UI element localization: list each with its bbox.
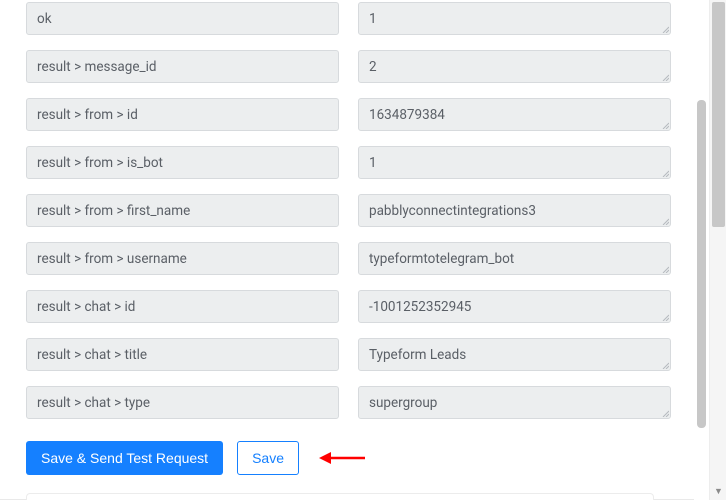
response-row: result > from > id 1634879384 bbox=[26, 98, 671, 131]
response-key-cell[interactable]: result > message_id bbox=[26, 50, 339, 83]
response-value-text: supergroup bbox=[369, 395, 437, 411]
response-row: result > from > username typeformtoteleg… bbox=[26, 242, 671, 275]
response-row: result > chat > type supergroup bbox=[26, 386, 671, 419]
response-key-text: result > chat > type bbox=[37, 395, 150, 411]
response-value-cell[interactable]: Typeform Leads bbox=[358, 338, 671, 371]
response-key-text: result > chat > id bbox=[37, 299, 135, 315]
outer-scrollbar[interactable]: ▼ bbox=[709, 0, 726, 500]
response-key-text: ok bbox=[37, 11, 52, 27]
response-value-cell[interactable]: supergroup bbox=[358, 386, 671, 419]
save-send-test-request-button[interactable]: Save & Send Test Request bbox=[26, 441, 223, 475]
response-key-text: result > message_id bbox=[37, 59, 156, 75]
response-key-text: result > from > is_bot bbox=[37, 155, 163, 171]
response-value-cell[interactable]: typeformtotelegram_bot bbox=[358, 242, 671, 275]
arrow-left-icon bbox=[319, 451, 365, 465]
response-value-text: 1 bbox=[369, 155, 377, 171]
response-row: result > from > is_bot 1 bbox=[26, 146, 671, 179]
response-row: result > chat > id -1001252352945 bbox=[26, 290, 671, 323]
outer-scrollbar-thumb[interactable] bbox=[712, 2, 725, 227]
response-rows: ok 1 result > message_id 2 resul bbox=[26, 2, 671, 428]
response-row: result > chat > title Typeform Leads bbox=[26, 338, 671, 371]
response-key-cell[interactable]: result > from > first_name bbox=[26, 194, 339, 227]
response-key-text: result > from > id bbox=[37, 107, 138, 123]
response-value-text: -1001252352945 bbox=[369, 299, 471, 315]
response-key-cell[interactable]: ok bbox=[26, 2, 339, 35]
response-value-cell[interactable]: 1 bbox=[358, 2, 671, 35]
footer-actions: Save & Send Test Request Save bbox=[26, 441, 365, 475]
response-key-cell[interactable]: result > from > is_bot bbox=[26, 146, 339, 179]
response-key-text: result > from > username bbox=[37, 251, 187, 267]
response-value-cell[interactable]: 1 bbox=[358, 146, 671, 179]
response-row: ok 1 bbox=[26, 2, 671, 35]
response-value-text: 1634879384 bbox=[369, 107, 445, 123]
response-key-cell[interactable]: result > from > username bbox=[26, 242, 339, 275]
response-value-text: pabblyconnectintegrations3 bbox=[369, 203, 536, 219]
response-value-cell[interactable]: pabblyconnectintegrations3 bbox=[358, 194, 671, 227]
response-value-cell[interactable]: 1634879384 bbox=[358, 98, 671, 131]
response-key-cell[interactable]: result > chat > id bbox=[26, 290, 339, 323]
next-card-hint bbox=[26, 493, 654, 500]
response-key-cell[interactable]: result > chat > type bbox=[26, 386, 339, 419]
response-value-text: 1 bbox=[369, 11, 377, 27]
response-key-cell[interactable]: result > from > id bbox=[26, 98, 339, 131]
inner-scrollbar-thumb[interactable] bbox=[697, 100, 706, 428]
response-row: result > message_id 2 bbox=[26, 50, 671, 83]
inner-scrollbar[interactable] bbox=[694, 0, 709, 430]
response-value-text: 2 bbox=[369, 59, 377, 75]
response-value-cell[interactable]: -1001252352945 bbox=[358, 290, 671, 323]
save-button[interactable]: Save bbox=[237, 441, 299, 475]
response-value-text: typeformtotelegram_bot bbox=[369, 251, 514, 267]
scrollbar-down-arrow-icon[interactable]: ▼ bbox=[710, 483, 726, 500]
response-key-cell[interactable]: result > chat > title bbox=[26, 338, 339, 371]
response-value-cell[interactable]: 2 bbox=[358, 50, 671, 83]
response-value-text: Typeform Leads bbox=[369, 347, 466, 363]
response-key-text: result > from > first_name bbox=[37, 203, 190, 219]
response-key-text: result > chat > title bbox=[37, 347, 147, 363]
response-row: result > from > first_name pabblyconnect… bbox=[26, 194, 671, 227]
response-panel: ok 1 result > message_id 2 resul bbox=[0, 0, 694, 500]
